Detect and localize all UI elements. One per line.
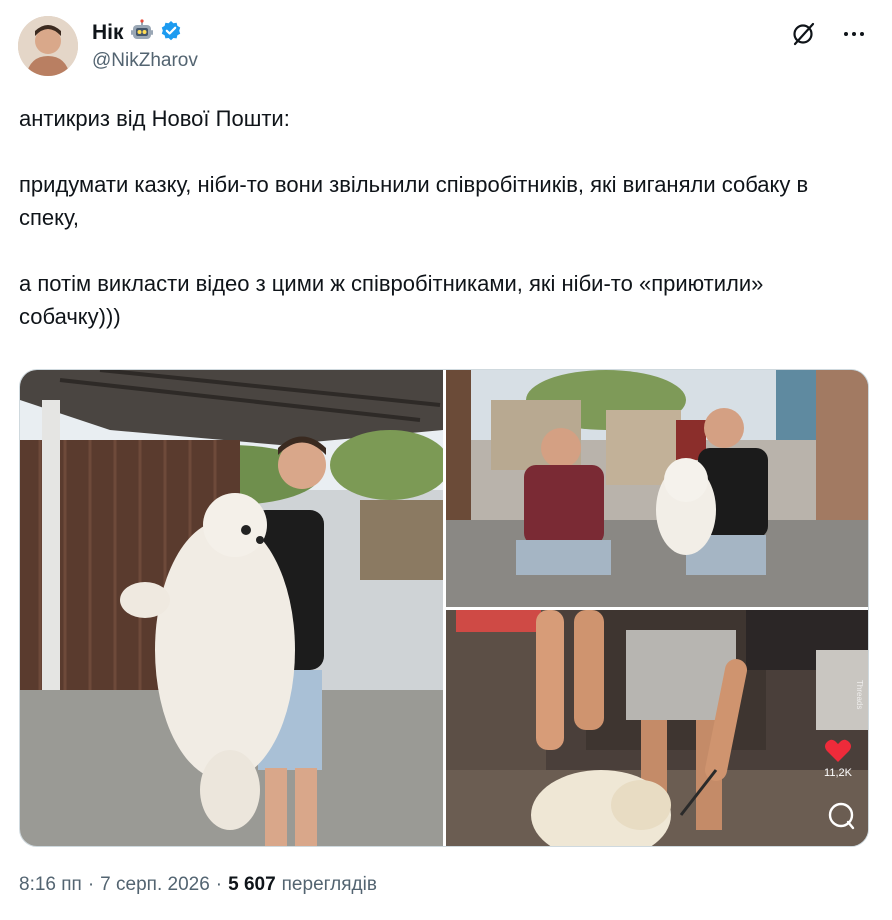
like-count: 11,2K bbox=[824, 767, 852, 779]
video-overlay-like[interactable]: 11,2K bbox=[824, 738, 852, 779]
author-display-name[interactable]: Нік bbox=[92, 21, 124, 45]
robot-emoji-icon bbox=[130, 18, 154, 48]
more-options-icon[interactable] bbox=[840, 20, 868, 48]
views-count[interactable]: 5 607 bbox=[228, 874, 276, 896]
tweet-header: Нік @NikZharov bbox=[18, 16, 874, 80]
tweet-time[interactable]: 8:16 пп bbox=[19, 874, 82, 896]
video-still[interactable]: 11,2K Threads bbox=[446, 610, 868, 846]
tweet-line: антикриз від Нової Пошти: bbox=[19, 106, 290, 131]
tweet-actions bbox=[790, 20, 868, 48]
views-label: переглядів bbox=[281, 874, 377, 895]
tweet-meta: 8:16 пп · 7 серп. 2026 · 5 607 перегляді… bbox=[19, 874, 377, 896]
avatar[interactable] bbox=[18, 16, 78, 76]
heart-icon bbox=[825, 739, 851, 762]
video-watermark: Threads bbox=[855, 680, 864, 710]
media-grid: 11,2K Threads bbox=[19, 369, 869, 847]
comment-icon[interactable] bbox=[826, 801, 856, 836]
tweet-line: а потім викласти відео з цими ж співробі… bbox=[19, 271, 764, 329]
verified-badge-icon[interactable] bbox=[160, 20, 182, 47]
author-handle[interactable]: @NikZharov bbox=[92, 50, 198, 72]
author-names: Нік @NikZharov bbox=[92, 18, 198, 72]
photo-two-men-with-dog[interactable] bbox=[446, 370, 868, 607]
tweet-text: антикриз від Нової Пошти: придумати казк… bbox=[19, 102, 869, 333]
photo-man-holding-dog[interactable] bbox=[20, 370, 443, 846]
grok-icon[interactable] bbox=[790, 20, 818, 48]
meta-separator: · bbox=[87, 874, 95, 895]
meta-separator: · bbox=[215, 874, 223, 895]
tweet-date[interactable]: 7 серп. 2026 bbox=[100, 874, 210, 896]
tweet-line: придумати казку, ніби-то вони звільнили … bbox=[19, 172, 809, 230]
